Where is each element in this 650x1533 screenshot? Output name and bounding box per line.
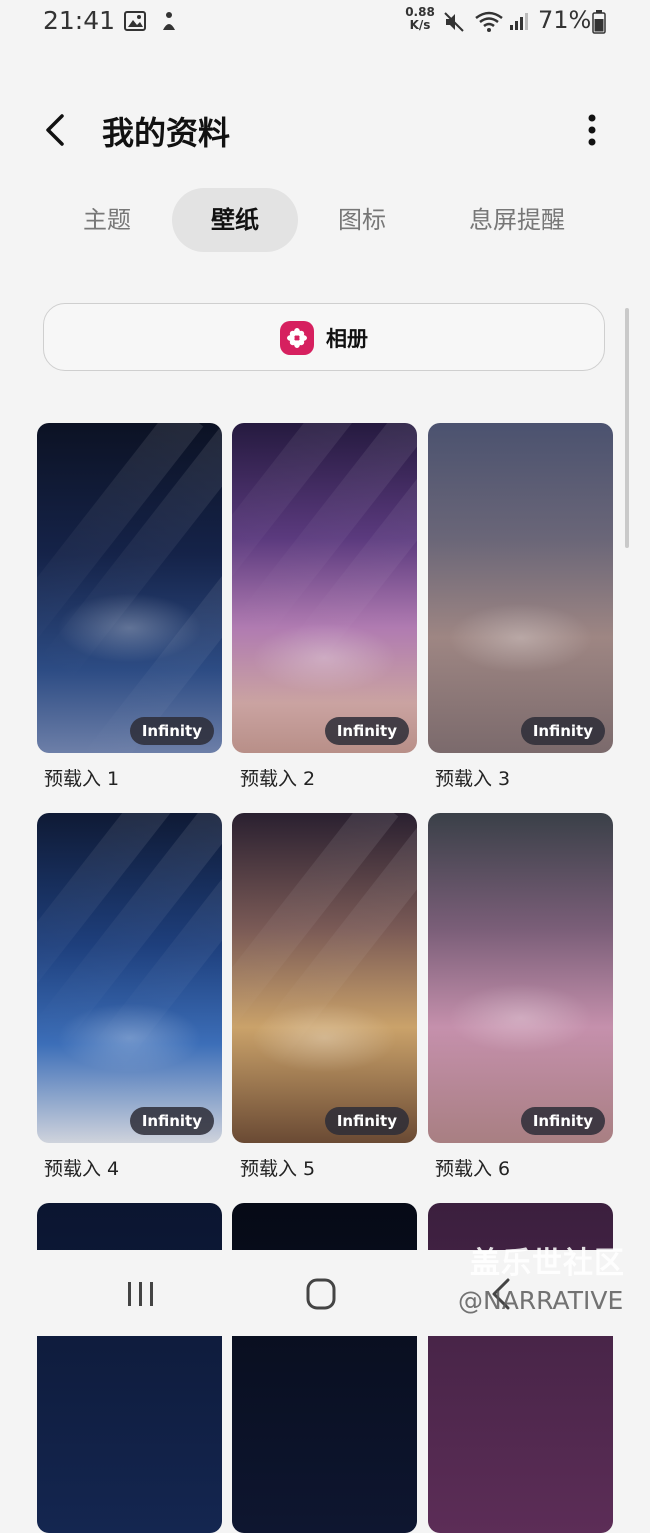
wallpaper-thumbnail-5[interactable]: Infinity <box>232 813 417 1143</box>
battery-icon <box>592 10 606 34</box>
network-speed-unit: K/s <box>409 18 431 32</box>
wallpaper-thumbnail-6[interactable]: Infinity <box>428 813 613 1143</box>
gallery-notification-icon <box>124 11 146 31</box>
wifi-icon <box>475 11 503 32</box>
wallpaper-caption-5: 预载入 5 <box>240 1158 316 1180</box>
wallpaper-caption-6: 预载入 6 <box>435 1158 511 1180</box>
album-label: 相册 <box>326 327 368 351</box>
wallpaper-thumbnail-4[interactable]: Infinity <box>37 813 222 1143</box>
wallpaper-caption-4: 预载入 4 <box>44 1158 120 1180</box>
wallpaper-thumbnail-3[interactable]: Infinity <box>428 423 613 753</box>
more-options-icon[interactable] <box>574 108 610 152</box>
status-time: 21:41 <box>43 6 116 35</box>
wallpaper-thumbnail-1[interactable]: Infinity <box>37 423 222 753</box>
flower-icon <box>280 321 314 355</box>
recent-apps-icon[interactable] <box>116 1272 166 1316</box>
app-notification-icon <box>163 12 175 30</box>
album-button[interactable]: 相册 <box>43 303 605 371</box>
battery-percent: 71% <box>538 6 592 34</box>
wallpaper-caption-2: 预载入 2 <box>240 768 316 790</box>
infinity-badge: Infinity <box>520 717 605 745</box>
watermark-community: 盖乐世社区 <box>470 1246 625 1281</box>
tab-bar: 主题 壁纸 图标 息屏提醒 <box>0 188 650 252</box>
infinity-badge: Infinity <box>324 1107 409 1135</box>
wallpaper-caption-3: 预载入 3 <box>435 768 511 790</box>
tab-wallpapers[interactable]: 壁纸 <box>172 188 298 252</box>
tab-themes[interactable]: 主题 <box>62 188 152 252</box>
infinity-badge: Infinity <box>324 717 409 745</box>
scrollbar[interactable] <box>625 308 629 548</box>
tab-icons[interactable]: 图标 <box>316 188 408 252</box>
tab-always-on-display[interactable]: 息屏提醒 <box>446 188 588 252</box>
infinity-badge: Infinity <box>520 1107 605 1135</box>
watermark-handle: @NARRATIVE <box>458 1286 624 1315</box>
wallpaper-caption-1: 预载入 1 <box>44 768 120 790</box>
network-speed: 0.88 K/s <box>404 6 436 32</box>
home-icon[interactable] <box>296 1272 346 1316</box>
mute-icon <box>444 12 464 32</box>
infinity-badge: Infinity <box>129 717 214 745</box>
page-title: 我的资料 <box>102 114 231 152</box>
infinity-badge: Infinity <box>129 1107 214 1135</box>
header: 我的资料 <box>0 90 650 174</box>
status-bar: 21:41 0.88 K/s 71% <box>0 0 650 46</box>
wallpaper-thumbnail-2[interactable]: Infinity <box>232 423 417 753</box>
signal-icon <box>510 13 528 30</box>
back-arrow-icon[interactable] <box>34 108 78 152</box>
